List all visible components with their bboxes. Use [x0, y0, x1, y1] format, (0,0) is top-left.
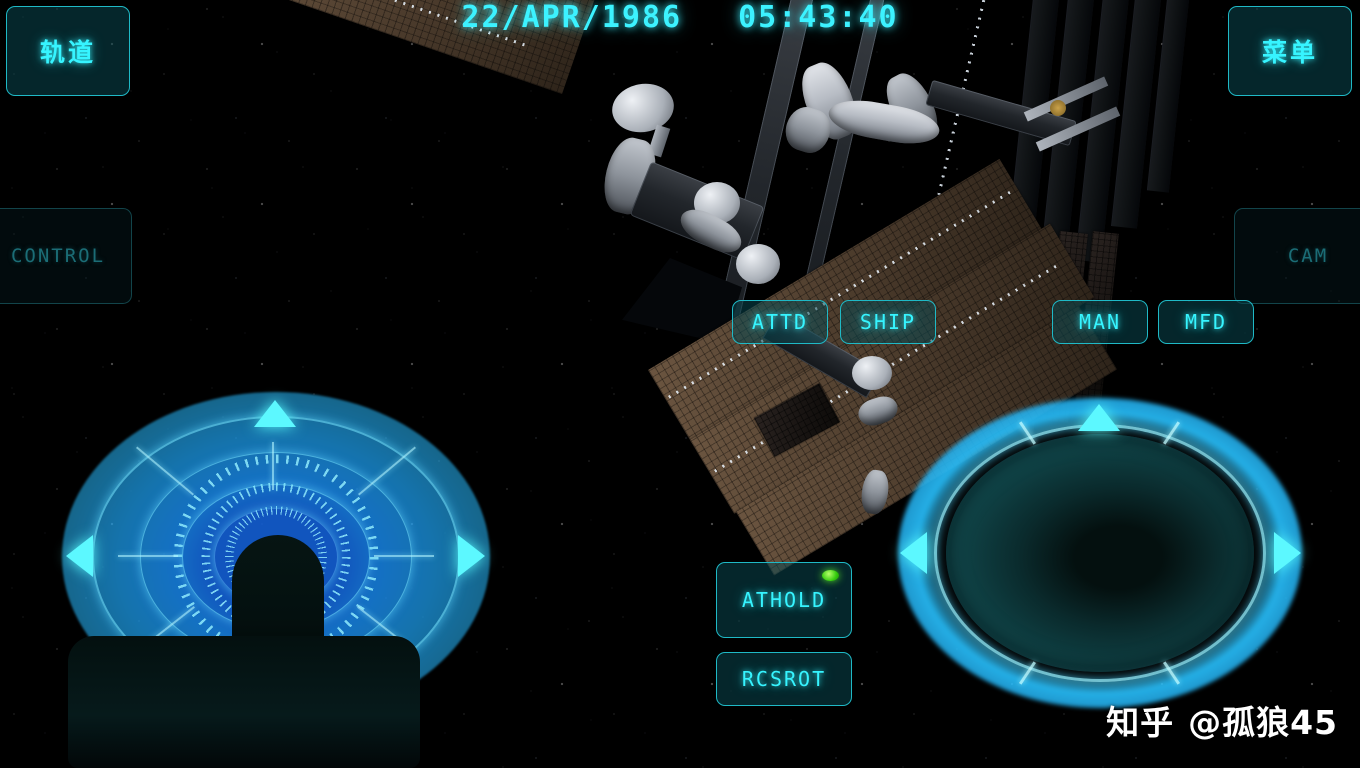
- module-hub-2: [877, 66, 947, 148]
- game-screen: 22/APR/1986 05:43:40 轨道 菜单 CONTROL CAM A…: [0, 0, 1360, 768]
- mission-clock-bar: 22/APR/1986 05:43:40: [0, 0, 1360, 36]
- translation-control-pad[interactable]: [898, 398, 1302, 708]
- cockpit-dash-silhouette: [68, 636, 420, 768]
- radiator-panel-1: [1009, 0, 1061, 229]
- menu-button[interactable]: 菜单: [1228, 6, 1352, 96]
- translation-arrow-up-icon[interactable]: [1078, 404, 1120, 431]
- solar-array-upper-left: [278, 0, 611, 94]
- truss-segment-left: [629, 161, 765, 261]
- tank-2: [736, 244, 780, 284]
- truss-segment-right: [925, 79, 1077, 147]
- translation-segment-3: [1018, 661, 1037, 685]
- rcsrot-label: RCSROT: [741, 667, 827, 691]
- module-left-lower: [674, 202, 748, 260]
- attitude-crosshair-right: [374, 555, 434, 557]
- watermark-site: 知乎: [1106, 703, 1175, 742]
- attitude-arrow-left-icon[interactable]: [66, 535, 93, 577]
- shuttle-silhouette: [622, 258, 742, 344]
- mission-date: 22/APR/1986: [461, 0, 683, 35]
- module-left-arm: [597, 133, 663, 219]
- athold-status-led: [822, 570, 839, 581]
- athold-button[interactable]: ATHOLD: [716, 562, 852, 638]
- solar-array-lower-3: [736, 305, 1117, 576]
- watermark: 知乎 @孤狼45: [1106, 696, 1338, 744]
- main-truss: [689, 0, 817, 443]
- attd-button[interactable]: ATTD: [732, 300, 828, 344]
- attitude-arrow-up-icon[interactable]: [254, 400, 296, 427]
- radiator-panel-5: [1146, 0, 1192, 193]
- module-lab: [825, 94, 943, 150]
- mission-time: 05:43:40: [738, 0, 899, 35]
- module-lower: [854, 392, 902, 430]
- mfd-button[interactable]: MFD: [1158, 300, 1254, 344]
- translation-arrow-right-icon[interactable]: [1274, 532, 1301, 574]
- translation-pad-rim: [934, 424, 1266, 682]
- strut-1: [647, 124, 671, 158]
- attitude-crosshair-vertical: [272, 442, 274, 490]
- radiator-panel-3: [1075, 0, 1131, 263]
- docking-node: [608, 78, 678, 138]
- array-boom-dots-2: [668, 189, 1013, 399]
- translation-pad-face: [946, 434, 1254, 672]
- watermark-handle: @孤狼45: [1188, 703, 1338, 742]
- translation-segment-2: [1162, 421, 1181, 445]
- module-lower-2: [859, 468, 891, 516]
- translation-arrow-left-icon[interactable]: [900, 532, 927, 574]
- solar-array-lower-2: [690, 223, 1095, 514]
- tank-3: [852, 356, 892, 390]
- translation-pad-glow: [898, 398, 1302, 708]
- panel-small-1: [754, 383, 840, 457]
- translation-segment-1: [1018, 421, 1037, 445]
- ship-button[interactable]: SHIP: [840, 300, 936, 344]
- array-boom-dots-3: [714, 263, 1059, 473]
- attitude-diagonal-left: [136, 446, 194, 496]
- cam-button[interactable]: CAM: [1234, 208, 1360, 304]
- tank-1: [694, 182, 740, 224]
- attitude-diagonal-right: [358, 446, 416, 496]
- solar-boom-right-2: [1035, 106, 1121, 152]
- athold-label: ATHOLD: [741, 588, 827, 612]
- translation-segment-4: [1162, 661, 1181, 685]
- radiator-panel-4: [1111, 0, 1163, 229]
- man-button[interactable]: MAN: [1052, 300, 1148, 344]
- truss-rivet-line: [880, 0, 990, 441]
- array-boom-dots-1: [292, 0, 528, 48]
- solar-boom-right-1: [1023, 76, 1109, 122]
- attitude-crosshair-left: [118, 555, 178, 557]
- attitude-arrow-right-icon[interactable]: [458, 535, 485, 577]
- rcsrot-button[interactable]: RCSROT: [716, 652, 852, 706]
- radiator-panel-6: [1005, 231, 1055, 433]
- control-button[interactable]: CONTROL: [0, 208, 132, 304]
- orbit-button[interactable]: 轨道: [6, 6, 130, 96]
- radiator-panel-2: [1042, 0, 1096, 247]
- module-node: [780, 102, 836, 158]
- equipment-pod: [1050, 100, 1066, 116]
- module-hub-1: [793, 56, 865, 146]
